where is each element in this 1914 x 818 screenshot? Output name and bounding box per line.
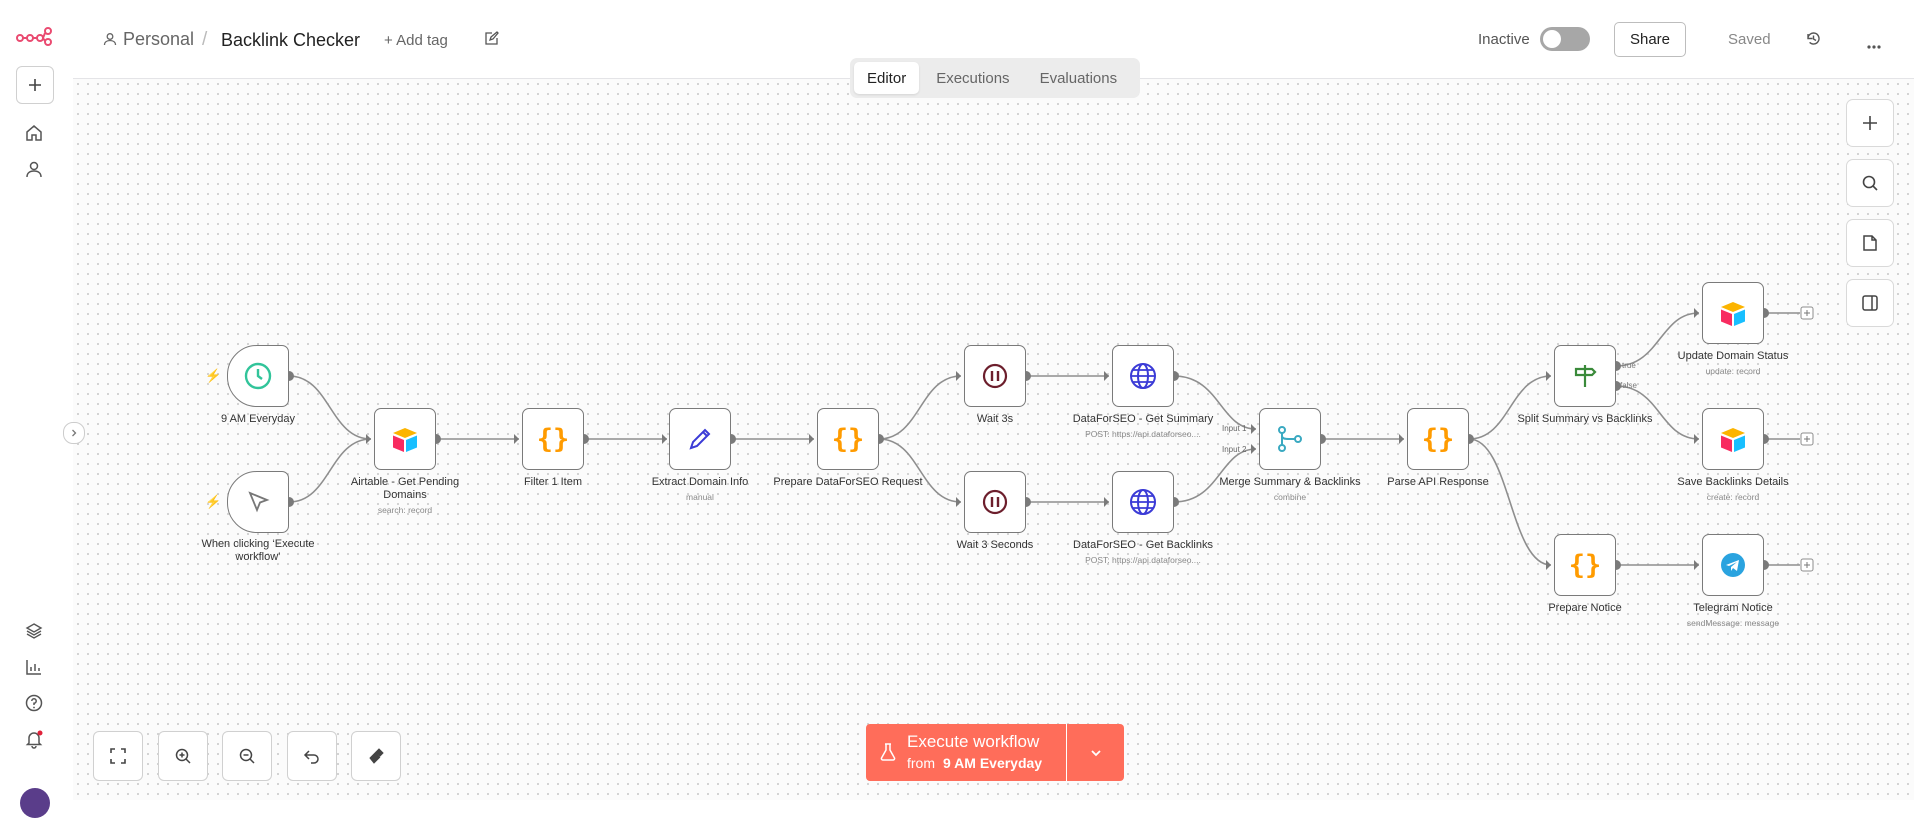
plus-icon bbox=[1863, 116, 1877, 130]
node-wait-3s[interactable] bbox=[964, 345, 1026, 407]
pause-icon bbox=[982, 489, 1008, 515]
zoom-in-button[interactable] bbox=[158, 731, 208, 781]
pencil-icon bbox=[689, 428, 711, 450]
search-icon bbox=[1862, 175, 1878, 191]
trigger-bolt-icon: ⚡ bbox=[205, 368, 222, 383]
node-parse-response[interactable]: {} bbox=[1407, 408, 1469, 470]
node-label: Merge Summary & Backlinks combine bbox=[1219, 476, 1361, 502]
node-label: DataForSEO - Get Summary POST: https://ap… bbox=[1072, 413, 1214, 439]
airtable-icon bbox=[393, 428, 417, 452]
tidy-up-button[interactable] bbox=[351, 731, 401, 781]
flask-icon bbox=[880, 743, 896, 766]
airtable-icon bbox=[1721, 302, 1745, 326]
node-manual-trigger[interactable] bbox=[227, 471, 289, 533]
node-label: DataForSEO - Get Backlinks POST: https://… bbox=[1073, 539, 1213, 565]
node-label: Save Backlinks Details create: record bbox=[1677, 476, 1789, 502]
node-telegram[interactable] bbox=[1702, 534, 1764, 596]
undo-icon bbox=[303, 750, 319, 764]
undo-button[interactable] bbox=[287, 731, 337, 781]
node-label: Split Summary vs Backlinks bbox=[1517, 413, 1653, 425]
pause-icon bbox=[982, 363, 1008, 389]
node-label: Wait 3s bbox=[976, 413, 1014, 425]
cursor-icon bbox=[248, 491, 270, 513]
signpost-icon bbox=[1574, 365, 1597, 387]
node-prepare-notice[interactable]: {} bbox=[1554, 534, 1616, 596]
node-dataforseo-summary[interactable] bbox=[1112, 345, 1174, 407]
node-label: Wait 3 Seconds bbox=[956, 539, 1034, 551]
zoom-in-icon bbox=[175, 748, 191, 764]
code-braces-icon: {} bbox=[1568, 549, 1602, 581]
sticky-note-icon bbox=[1863, 235, 1877, 251]
node-label: When clicking ‘Execute workflow’ bbox=[201, 538, 315, 563]
node-label: Telegram Notice sendMessage: message bbox=[1686, 602, 1780, 628]
execute-options-dropdown[interactable] bbox=[1067, 724, 1124, 781]
merge-input-2-label: Input 2 bbox=[1222, 445, 1247, 454]
node-airtable-get[interactable] bbox=[374, 408, 436, 470]
panel-icon bbox=[1862, 295, 1878, 311]
broom-icon bbox=[369, 748, 384, 764]
code-braces-icon: {} bbox=[831, 423, 865, 455]
node-merge[interactable] bbox=[1259, 408, 1321, 470]
node-extract-domain[interactable] bbox=[669, 408, 731, 470]
node-label: Airtable - Get Pending Domains search: re… bbox=[350, 476, 460, 515]
add-node-button[interactable] bbox=[1846, 99, 1894, 147]
node-label: Update Domain Status update: record bbox=[1677, 350, 1789, 376]
node-label: Parse API Response bbox=[1387, 476, 1489, 488]
node-schedule-trigger[interactable] bbox=[227, 345, 289, 407]
execute-from-prefix: from bbox=[907, 755, 935, 771]
zoom-out-button[interactable] bbox=[222, 731, 272, 781]
fit-view-button[interactable] bbox=[93, 731, 143, 781]
code-braces-icon: {} bbox=[1421, 423, 1455, 455]
telegram-icon bbox=[1721, 553, 1745, 577]
code-braces-icon: {} bbox=[536, 423, 570, 455]
execute-workflow-button[interactable]: Execute workflow from 9 AM Everyday bbox=[866, 724, 1124, 781]
globe-icon bbox=[1130, 363, 1156, 389]
node-filter[interactable]: {} bbox=[522, 408, 584, 470]
node-wait-3-seconds[interactable] bbox=[964, 471, 1026, 533]
node-label: Prepare DataForSEO Request bbox=[773, 476, 923, 488]
trigger-bolt-icon: ⚡ bbox=[205, 494, 222, 509]
chevron-down-icon bbox=[1090, 749, 1101, 756]
split-false-label: false bbox=[1620, 381, 1637, 390]
merge-input-1-label: Input 1 bbox=[1222, 424, 1247, 433]
execute-from-node: 9 AM Everyday bbox=[943, 755, 1043, 771]
node-update-domain-status[interactable] bbox=[1702, 282, 1764, 344]
fit-view-icon bbox=[110, 748, 126, 764]
node-label: Filter 1 Item bbox=[523, 476, 583, 488]
search-nodes-button[interactable] bbox=[1846, 159, 1894, 207]
toggle-panel-button[interactable] bbox=[1846, 279, 1894, 327]
globe-icon bbox=[1130, 489, 1156, 515]
node-split-if[interactable] bbox=[1554, 345, 1616, 407]
add-sticky-note-button[interactable] bbox=[1846, 219, 1894, 267]
airtable-icon bbox=[1721, 428, 1745, 452]
zoom-out-icon bbox=[239, 748, 255, 764]
node-label: 9 AM Everyday bbox=[221, 413, 295, 425]
split-true-label: true bbox=[1622, 361, 1636, 370]
node-save-backlinks[interactable] bbox=[1702, 408, 1764, 470]
execute-workflow-label: Execute workflow bbox=[907, 732, 1040, 751]
node-label: Prepare Notice bbox=[1548, 602, 1622, 614]
node-dataforseo-backlinks[interactable] bbox=[1112, 471, 1174, 533]
merge-icon bbox=[1278, 426, 1302, 452]
clock-icon bbox=[244, 362, 272, 390]
node-prepare-request[interactable]: {} bbox=[817, 408, 879, 470]
node-label: Extract Domain Info manual bbox=[651, 476, 749, 502]
